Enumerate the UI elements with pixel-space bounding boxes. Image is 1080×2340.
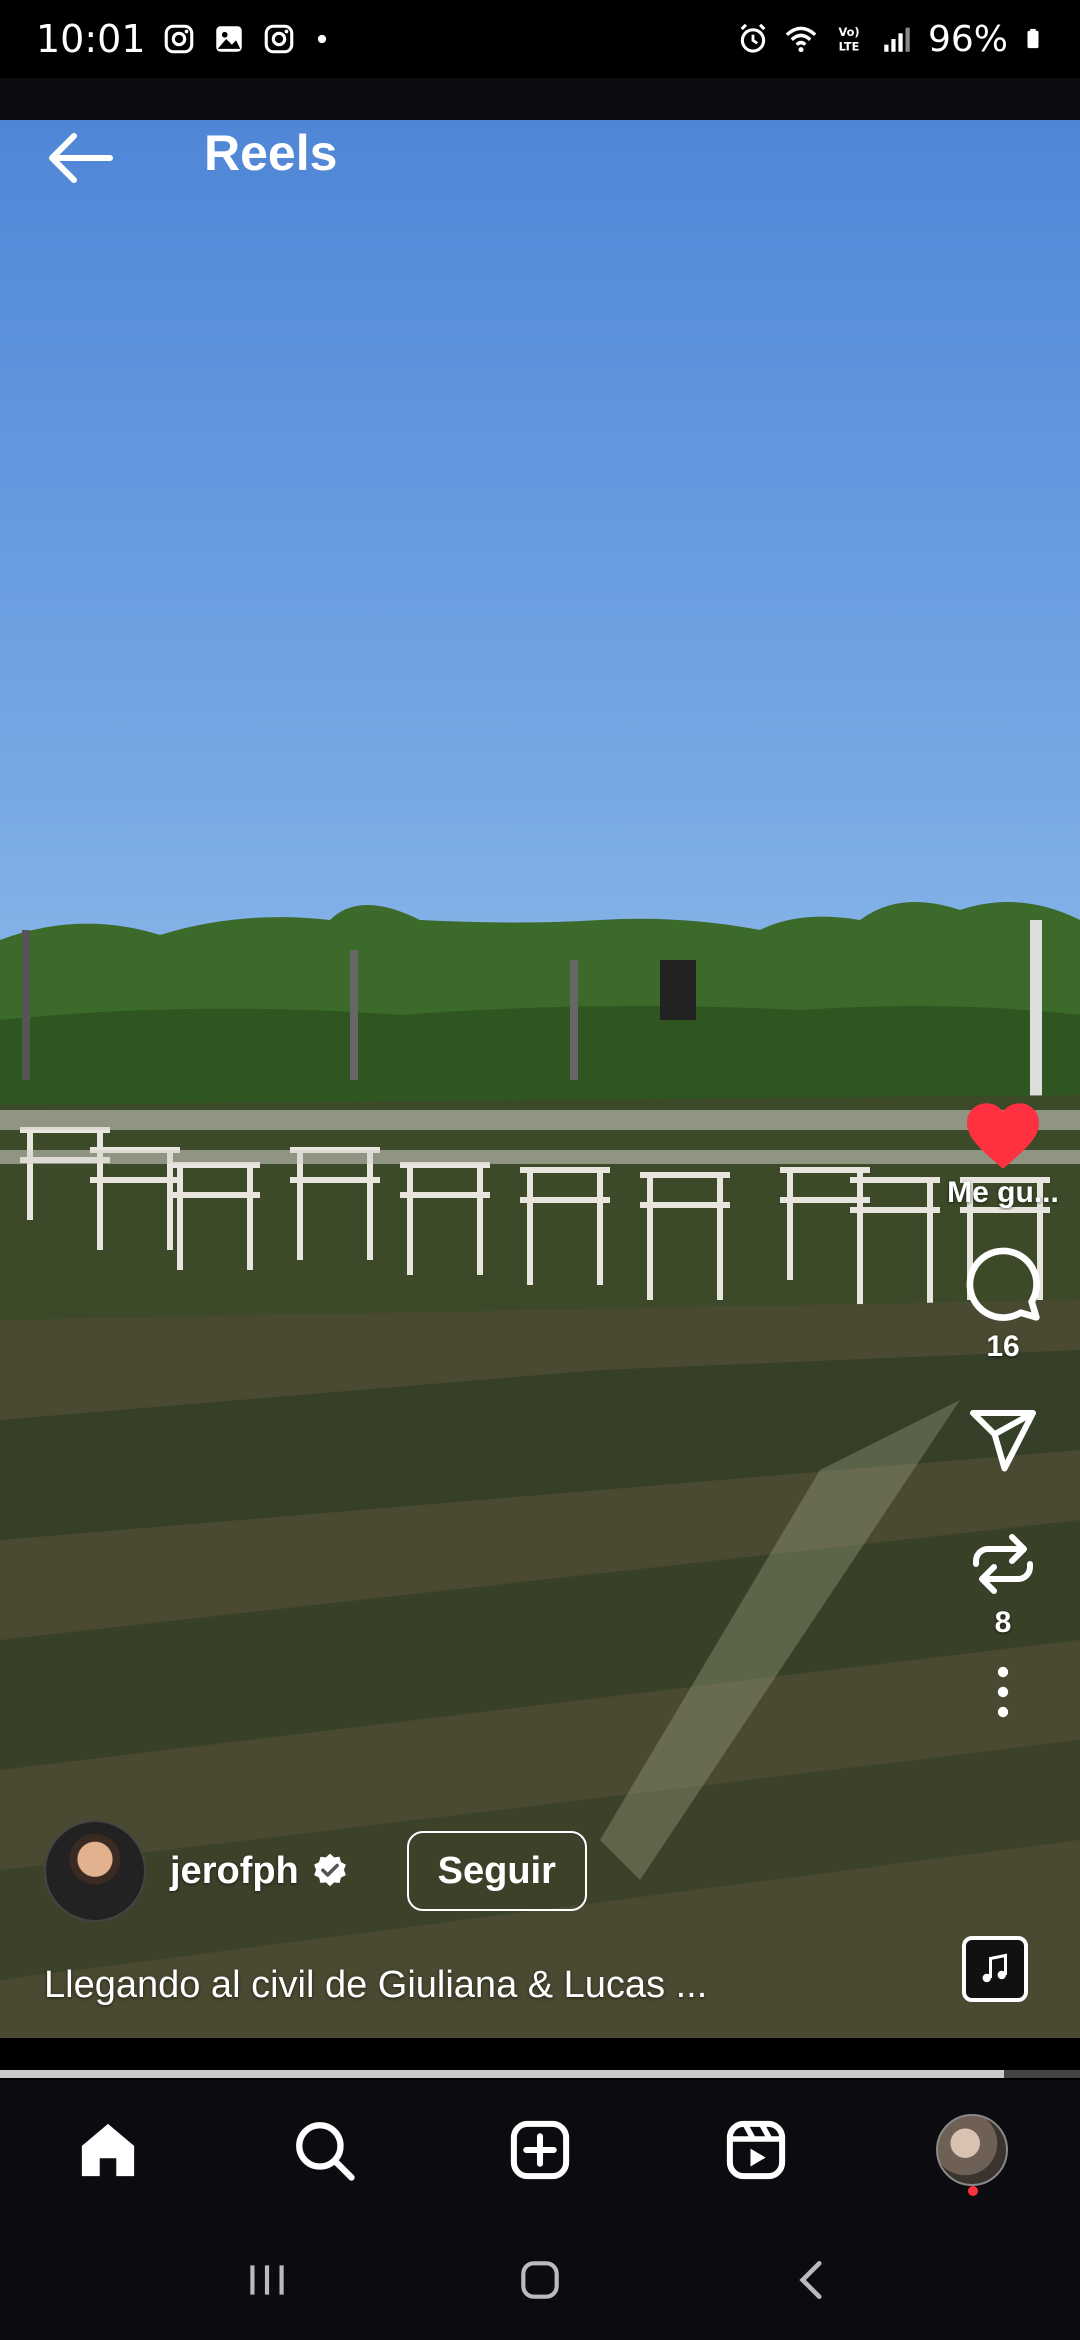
back-system-button[interactable] (773, 2240, 853, 2320)
status-time: 10:01 (36, 17, 146, 61)
comment-action[interactable]: 16 (963, 1244, 1043, 1364)
verified-badge-icon (313, 1853, 346, 1887)
nav-search[interactable] (274, 2100, 374, 2200)
back-chevron-icon (799, 2261, 822, 2299)
volte-icon: Vo)LTE (838, 25, 860, 53)
home-circle-icon (521, 2261, 559, 2299)
like-action[interactable]: Me gu... (938, 1100, 1068, 1210)
gallery-icon (215, 26, 242, 52)
repost-icon[interactable] (967, 1528, 1039, 1600)
search-icon (296, 2122, 355, 2181)
share-action[interactable] (967, 1404, 1039, 1476)
paper-plane-icon[interactable] (967, 1404, 1039, 1476)
instagram-icon (264, 24, 293, 54)
video-progress-fill (0, 2070, 1005, 2078)
instagram-icon (164, 24, 193, 54)
svg-text:Vo): Vo) (838, 25, 859, 39)
battery-icon (1027, 28, 1039, 49)
page-title: Reels (204, 125, 338, 181)
recent-apps-icon (249, 2265, 284, 2295)
profile-avatar (936, 2114, 1008, 2186)
arrow-left-icon[interactable] (44, 128, 114, 188)
like-label: Me gu... (947, 1176, 1059, 1209)
author-row: jerofph Seguir (44, 1820, 587, 1922)
recent-apps-button[interactable] (227, 2240, 307, 2320)
nav-create[interactable] (490, 2100, 590, 2200)
nav-profile[interactable] (922, 2100, 1022, 2200)
status-bar: 10:01 Vo) LTE 96% (0, 0, 1080, 78)
caption[interactable]: Llegando al civil de Giuliana & Lucas ..… (44, 1964, 707, 2007)
more-vertical-icon[interactable] (983, 1662, 1023, 1722)
reel-video[interactable] (0, 120, 1080, 2038)
video-progress-bar[interactable] (0, 2070, 1080, 2078)
avatar[interactable] (44, 1820, 146, 1922)
nav-home[interactable] (58, 2100, 158, 2200)
heart-icon[interactable] (963, 1100, 1043, 1172)
top-strip (0, 78, 1080, 120)
notification-dot (968, 2186, 978, 2196)
reels-icon (726, 2120, 786, 2180)
signal-icon (884, 27, 910, 52)
username[interactable]: jerofph (170, 1850, 299, 1893)
video-scene (0, 902, 1080, 2038)
comment-count: 16 (986, 1330, 1020, 1363)
home-icon (81, 2123, 135, 2177)
follow-button[interactable]: Seguir (406, 1831, 587, 1911)
wifi-icon (785, 26, 817, 53)
battery-percent: 96% (927, 18, 1008, 60)
system-nav (0, 2220, 1080, 2340)
bottom-nav (0, 2080, 1080, 2220)
alarm-icon (740, 23, 766, 53)
audio-button[interactable] (962, 1936, 1028, 2002)
more-options[interactable] (983, 1662, 1023, 1722)
svg-text:LTE: LTE (839, 39, 860, 53)
home-system-button[interactable] (500, 2240, 580, 2320)
create-icon (510, 2120, 570, 2180)
remix-action[interactable]: 8 (967, 1528, 1039, 1640)
remix-count: 8 (994, 1606, 1012, 1639)
action-column: Me gu... 16 8 (947, 1100, 1059, 1722)
music-note-icon (982, 1953, 1007, 1983)
dot-icon (317, 34, 326, 44)
comment-icon[interactable] (963, 1244, 1043, 1324)
nav-reels[interactable] (706, 2100, 806, 2200)
